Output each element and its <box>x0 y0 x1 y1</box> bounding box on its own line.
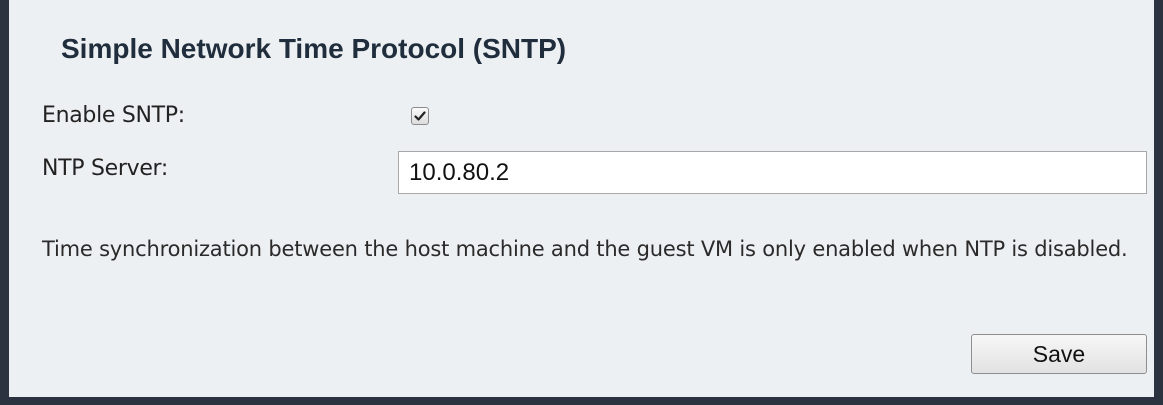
sntp-panel: Simple Network Time Protocol (SNTP) Enab… <box>0 0 1163 405</box>
enable-sntp-label: Enable SNTP: <box>42 103 185 128</box>
check-icon <box>414 111 426 121</box>
sync-note: Time synchronization between the host ma… <box>42 237 1128 261</box>
save-button[interactable]: Save <box>971 334 1147 374</box>
ntp-server-label: NTP Server: <box>42 156 169 181</box>
panel-title: Simple Network Time Protocol (SNTP) <box>61 33 567 64</box>
ntp-server-input[interactable] <box>398 151 1147 194</box>
enable-sntp-checkbox[interactable] <box>411 107 429 125</box>
